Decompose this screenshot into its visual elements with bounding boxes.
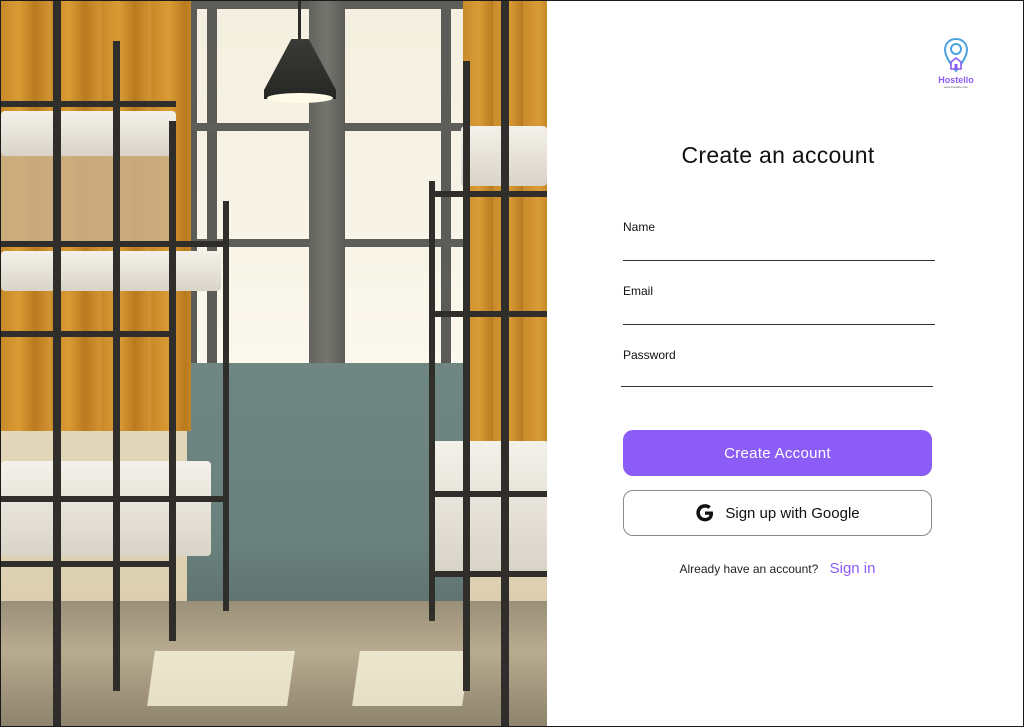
lamp-glow (267, 93, 333, 103)
bunk-rail (1, 241, 229, 247)
bunk-post (53, 1, 61, 726)
brand-tagline: www.hostello.com (943, 85, 968, 89)
password-label: Password (623, 348, 676, 362)
bunk-rail (429, 571, 547, 577)
bunk-post (501, 1, 509, 726)
signin-prompt: Already have an account? (679, 562, 819, 576)
window-frame (207, 1, 217, 366)
bunk-rail (1, 331, 176, 337)
back-wall (187, 363, 467, 613)
bunk-mattress (431, 441, 547, 571)
signin-link[interactable]: Sign in (830, 560, 876, 577)
bunk-post (463, 61, 470, 691)
google-signup-button[interactable]: Sign up with Google (623, 490, 932, 536)
lamp-cord (298, 1, 301, 41)
hero-photo (1, 1, 547, 726)
google-signup-label: Sign up with Google (725, 504, 860, 522)
create-account-button[interactable]: Create Account (623, 430, 932, 476)
bunk-rail (429, 311, 547, 317)
bunk-rail (429, 191, 547, 197)
bunk-plank (1, 151, 176, 246)
bunk-rail (429, 491, 547, 497)
password-field[interactable] (621, 364, 933, 387)
bunk-post (113, 41, 120, 691)
bunk-rail (1, 496, 229, 502)
sunlight-patch (147, 651, 295, 706)
bunk-mattress (1, 461, 211, 556)
bunk-post (223, 201, 229, 611)
email-field[interactable] (623, 302, 935, 325)
bunk-rail (1, 101, 176, 107)
bunk-mattress (1, 111, 176, 156)
location-pin-house-icon (943, 38, 969, 73)
page-title: Create an account (681, 142, 875, 168)
email-label: Email (623, 284, 654, 298)
bunk-post (429, 181, 435, 621)
bunk-rail (1, 561, 176, 567)
brand-logo: Hostello www.hostello.com (931, 38, 981, 94)
bunk-mattress (1, 251, 221, 291)
signin-row: Already have an account? Sign in (623, 560, 932, 577)
name-label: Name (623, 220, 656, 234)
sunlight-patch (352, 651, 470, 706)
name-field[interactable] (623, 238, 935, 261)
google-g-icon (696, 504, 714, 522)
brand-name: Hostello (938, 75, 974, 85)
